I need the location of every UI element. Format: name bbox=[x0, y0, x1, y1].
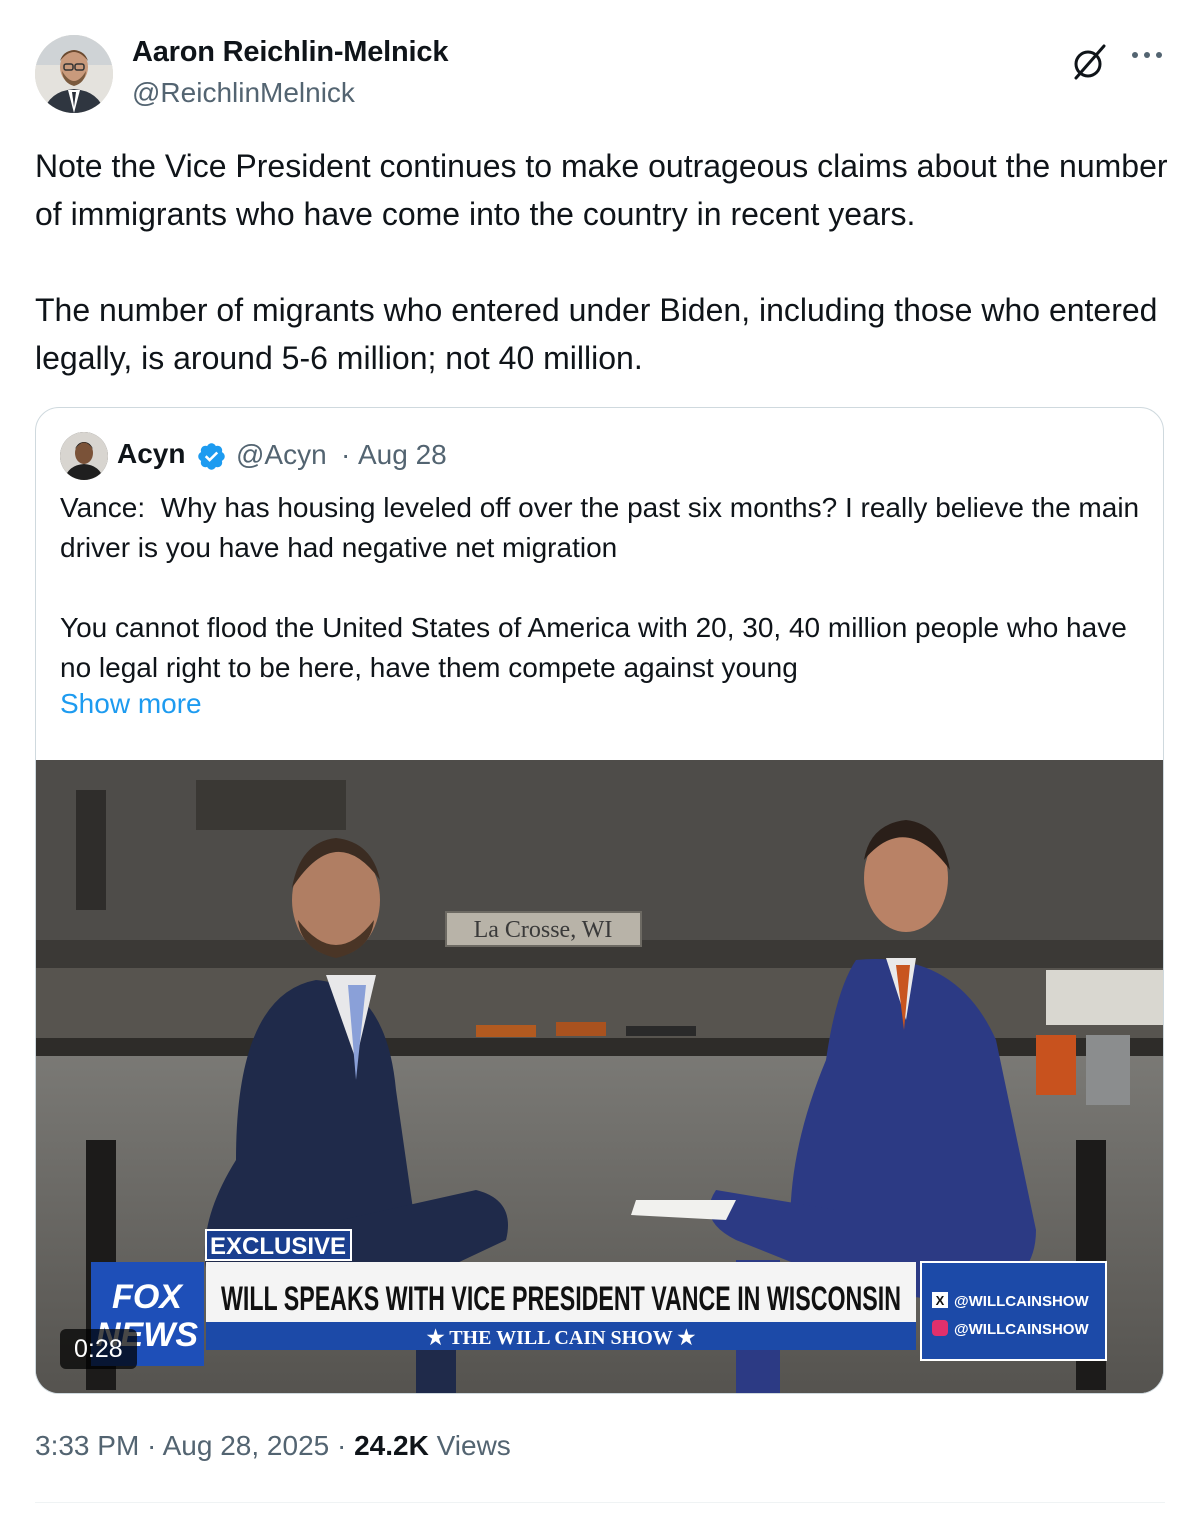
svg-text:@WILLCAINSHOW: @WILLCAINSHOW bbox=[954, 1293, 1089, 1310]
video-duration: 0:28 bbox=[60, 1329, 137, 1369]
tweet: Aaron Reichlin-Melnick @ReichlinMelnick … bbox=[0, 0, 1202, 1516]
svg-text:@WILLCAINSHOW: @WILLCAINSHOW bbox=[954, 1321, 1089, 1338]
tweet-text: Note the Vice President continues to mak… bbox=[35, 148, 1168, 376]
separator-dot: · bbox=[341, 439, 351, 470]
grok-icon[interactable] bbox=[1068, 40, 1112, 84]
author-name[interactable]: Aaron Reichlin-Melnick bbox=[132, 36, 448, 69]
video-player[interactable]: La Crosse, WI EXCLUSIVE WILL SPEAKS WITH… bbox=[36, 760, 1163, 1393]
tweet-meta: 3:33 PM · Aug 28, 2025 · 24.2K Views bbox=[35, 1430, 511, 1462]
views-label: Views bbox=[428, 1430, 511, 1461]
svg-text:WILL SPEAKS WITH VICE PRESIDEN: WILL SPEAKS WITH VICE PRESIDENT VANCE IN… bbox=[221, 1280, 901, 1318]
show-more-link[interactable]: Show more bbox=[60, 688, 202, 720]
svg-text:★ THE WILL CAIN SHOW ★: ★ THE WILL CAIN SHOW ★ bbox=[427, 1327, 696, 1349]
quote-author-handle[interactable]: @Acyn bbox=[236, 439, 327, 471]
location-sign: La Crosse, WI bbox=[445, 911, 642, 947]
quote-date[interactable]: Aug 28 bbox=[358, 439, 447, 471]
quote-text: Vance: Why has housing leveled off over … bbox=[60, 492, 1140, 683]
separator-dot: · bbox=[329, 1430, 355, 1461]
more-dots-icon[interactable] bbox=[1128, 40, 1166, 70]
quote-author-avatar[interactable] bbox=[60, 432, 108, 480]
author-handle[interactable]: @ReichlinMelnick bbox=[132, 77, 355, 109]
views-count[interactable]: 24.2K bbox=[354, 1430, 429, 1461]
svg-text:FOX: FOX bbox=[112, 1278, 184, 1316]
verified-badge-icon bbox=[196, 441, 227, 472]
svg-text:EXCLUSIVE: EXCLUSIVE bbox=[210, 1233, 346, 1260]
post-date[interactable]: Aug 28, 2025 bbox=[163, 1430, 330, 1461]
quoted-tweet[interactable]: Acyn @Acyn · Aug 28 Vance: Why has housi… bbox=[35, 407, 1164, 1394]
author-avatar[interactable] bbox=[35, 35, 113, 113]
post-time[interactable]: 3:33 PM bbox=[35, 1430, 139, 1461]
svg-text:La Crosse, WI: La Crosse, WI bbox=[474, 917, 613, 943]
separator-dot: · bbox=[139, 1430, 163, 1461]
svg-text:X: X bbox=[936, 1293, 945, 1308]
quote-author-name[interactable]: Acyn bbox=[117, 438, 185, 470]
divider bbox=[35, 1502, 1165, 1503]
